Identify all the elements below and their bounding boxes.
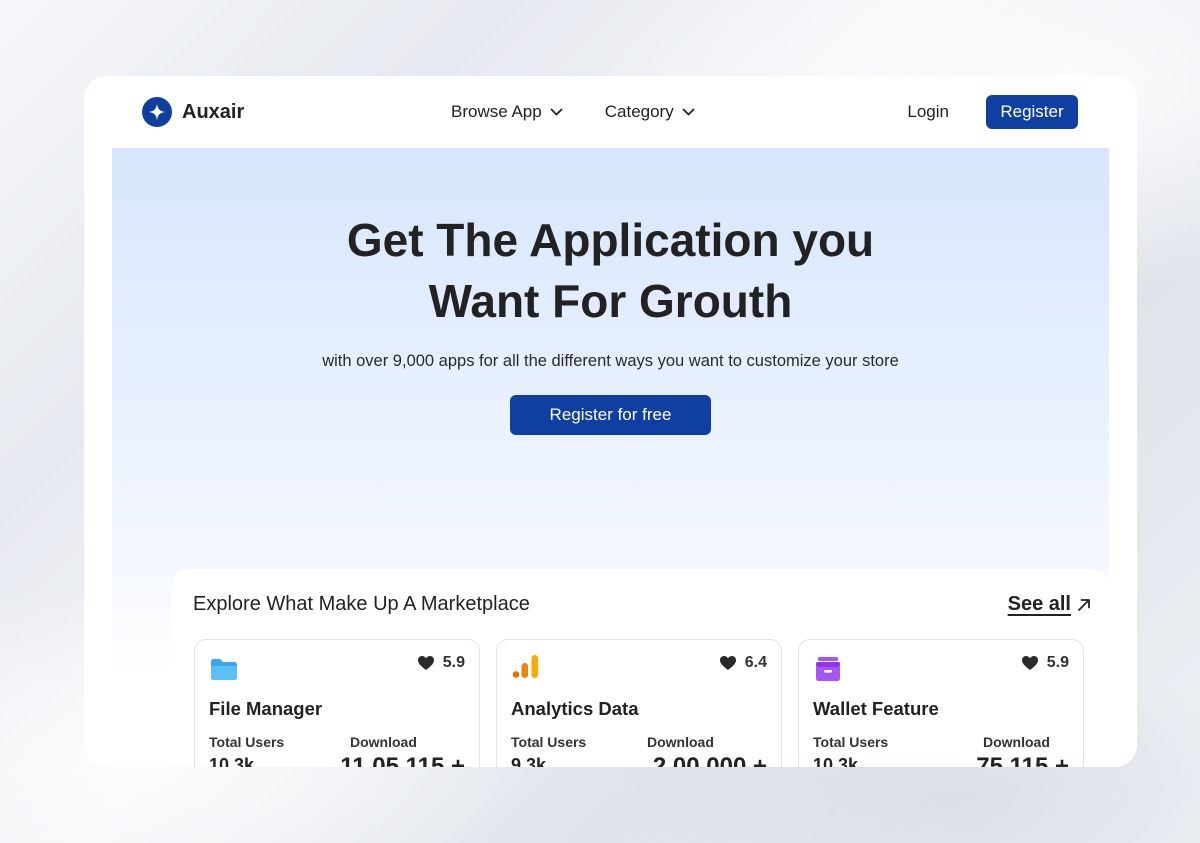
login-link[interactable]: Login bbox=[907, 102, 949, 122]
heart-icon bbox=[417, 656, 434, 670]
total-users-value: 9.3k bbox=[511, 755, 547, 767]
nav-category-label: Category bbox=[604, 102, 674, 121]
app-name: Analytics Data bbox=[511, 698, 639, 719]
app-card-file-manager[interactable]: 5.9 File Manager Total Users Download 10… bbox=[194, 639, 480, 767]
nav-browse-app-label: Browse App bbox=[451, 102, 542, 121]
app-card-wallet-feature[interactable]: 5.9 Wallet Feature Total Users Download … bbox=[798, 639, 1084, 767]
app-card-list: 5.9 File Manager Total Users Download 10… bbox=[194, 639, 1084, 767]
hero-subtitle: with over 9,000 apps for all the differe… bbox=[322, 352, 899, 370]
total-users-value: 10.3k bbox=[813, 755, 859, 767]
hero-title-line2: Want For Grouth bbox=[428, 275, 793, 327]
download-label: Download bbox=[647, 734, 714, 750]
total-users-label: Total Users bbox=[813, 734, 889, 750]
app-name: File Manager bbox=[209, 698, 323, 719]
nav-menu: Browse App Category bbox=[451, 102, 695, 122]
hero-title: Get The Application you Want For Grouth bbox=[112, 210, 1109, 332]
download-value: 11,05,115 + bbox=[340, 753, 465, 767]
download-label: Download bbox=[983, 734, 1050, 750]
chevron-down-icon bbox=[682, 108, 695, 115]
total-users-value: 10.3k bbox=[209, 755, 255, 767]
download-value: 2,00,000 + bbox=[652, 753, 767, 767]
hero-title-line1: Get The Application you bbox=[346, 214, 875, 266]
arrow-up-right-icon bbox=[1078, 598, 1090, 611]
download-value: 75,115 + bbox=[976, 753, 1069, 767]
register-free-button[interactable]: Register for free bbox=[510, 395, 711, 435]
marketplace-title: Explore What Make Up A Marketplace bbox=[193, 593, 530, 615]
nav-browse-app[interactable]: Browse App bbox=[451, 102, 563, 122]
rating-value: 6.4 bbox=[744, 654, 767, 671]
see-all-label: See all bbox=[1007, 593, 1071, 615]
chevron-down-icon bbox=[550, 108, 563, 115]
navbar: Auxair Browse App Category Login Registe… bbox=[84, 76, 1137, 148]
total-users-label: Total Users bbox=[511, 734, 587, 750]
rating-value: 5.9 bbox=[1046, 654, 1069, 671]
brand-name: Auxair bbox=[182, 100, 245, 123]
rating-value: 5.9 bbox=[442, 654, 465, 671]
logo[interactable]: Auxair bbox=[142, 97, 244, 127]
see-all-link[interactable]: See all bbox=[1008, 593, 1091, 616]
register-button[interactable]: Register bbox=[986, 95, 1078, 129]
total-users-label: Total Users bbox=[209, 734, 285, 750]
heart-icon bbox=[1021, 656, 1038, 670]
hero-section: Get The Application you Want For Grouth … bbox=[112, 148, 1110, 767]
wallet-icon bbox=[816, 657, 840, 681]
heart-icon bbox=[719, 656, 736, 670]
rating: 5.9 bbox=[417, 654, 465, 672]
rating: 5.9 bbox=[1021, 654, 1069, 672]
app-card-analytics-data[interactable]: 6.4 Analytics Data Total Users Download … bbox=[496, 639, 782, 767]
nav-category[interactable]: Category bbox=[605, 102, 695, 122]
analytics-icon bbox=[512, 655, 539, 678]
download-label: Download bbox=[350, 734, 417, 750]
app-name: Wallet Feature bbox=[813, 698, 939, 719]
app-window: Auxair Browse App Category Login Registe… bbox=[84, 76, 1137, 767]
marketplace-panel: Explore What Make Up A Marketplace See a… bbox=[172, 570, 1110, 767]
sparkle-logo-icon bbox=[142, 97, 172, 127]
folder-icon bbox=[211, 659, 237, 680]
rating: 6.4 bbox=[719, 654, 767, 672]
nav-actions: Login Register bbox=[907, 95, 1078, 129]
